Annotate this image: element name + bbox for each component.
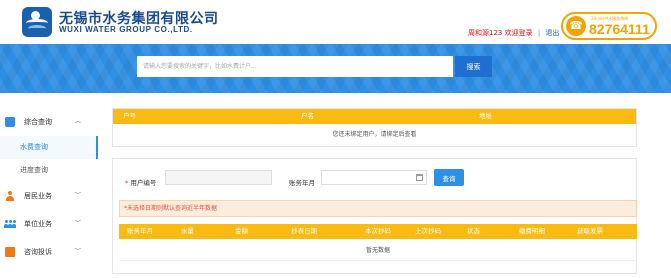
- grid-icon: [5, 117, 15, 127]
- user-icon: [5, 191, 15, 201]
- column-header: 水量: [181, 227, 194, 235]
- column-header: 抄表日期: [291, 227, 317, 235]
- group-icon: [4, 219, 16, 229]
- empty-message: 您还未绑定用户，请绑定后查看: [332, 131, 417, 138]
- sidebar-item-label: 咨询投诉: [24, 248, 52, 256]
- column-header: 上次抄码: [415, 227, 441, 235]
- sidebar-subitem-progress[interactable]: 进度查询: [0, 159, 98, 182]
- hotline-badge: ☎ 24小时供水服务热线 82764111: [561, 12, 657, 40]
- column-header: 金额: [235, 227, 248, 235]
- column-header: 户号: [123, 112, 136, 120]
- separator: |: [537, 29, 541, 37]
- search-banner: 搜索: [0, 44, 671, 93]
- book-icon: [5, 247, 15, 257]
- sidebar-item-label: 居民业务: [24, 192, 52, 200]
- username: 周和源123: [468, 29, 503, 37]
- column-header: 户名: [301, 112, 314, 120]
- chevron-down-icon: ﹀: [75, 248, 82, 255]
- table-header: 户号 户名 地址: [113, 109, 636, 124]
- empty-message: 暂无数据: [119, 241, 637, 261]
- search-input[interactable]: [137, 56, 453, 77]
- header: 无锡市水务集团有限公司 WUXI WATER GROUP CO.,LTD. 周和…: [0, 0, 671, 44]
- sidebar-item-label: 综合查询: [24, 118, 52, 126]
- chevron-down-icon: ﹀: [75, 220, 82, 227]
- query-button[interactable]: 查询: [434, 169, 464, 186]
- billing-month-label: 账务年月: [289, 179, 315, 187]
- column-header: 账务年月: [127, 227, 153, 235]
- phone-icon: ☎: [566, 16, 586, 36]
- logo-icon: [22, 7, 52, 37]
- hotline-number: 82764111: [589, 21, 650, 37]
- welcome-text: 欢迎登录: [504, 29, 533, 37]
- sidebar-subitem-water-fee[interactable]: 水费查询: [0, 136, 98, 159]
- column-header: 缴费明细: [519, 227, 545, 235]
- chevron-down-icon: ﹀: [75, 192, 82, 199]
- account-number-label: * 用户编号: [125, 179, 157, 187]
- account-table: 户号 户名 地址 您还未绑定用户，请绑定后查看: [112, 108, 637, 147]
- query-panel: * 用户编号 账务年月 查询 *未选择日期则默认查询近半年数据 账务年月 水量 …: [112, 158, 637, 274]
- calendar-icon[interactable]: [416, 174, 423, 181]
- search-button[interactable]: 搜索: [455, 56, 492, 77]
- column-header: 获取发票: [577, 227, 603, 235]
- billing-month-input[interactable]: [321, 170, 427, 185]
- brand-name-en: WUXI WATER GROUP CO.,LTD.: [59, 25, 193, 34]
- sidebar-item-general-query[interactable]: 综合查询 ︿: [0, 108, 98, 136]
- logout-link[interactable]: 退出: [545, 29, 559, 37]
- sidebar-item-consult[interactable]: 咨询投诉 ﹀: [0, 238, 98, 266]
- account-number-input[interactable]: [165, 170, 272, 185]
- notice-banner: *未选择日期则默认查询近半年数据: [119, 200, 637, 217]
- column-header: 本次抄码: [365, 227, 391, 235]
- sidebar-item-resident[interactable]: 居民业务 ﹀: [0, 182, 98, 210]
- sidebar-item-company[interactable]: 单位业务 ﹀: [0, 210, 98, 238]
- sidebar: 综合查询 ︿ 水费查询 进度查询 居民业务 ﹀ 单位业务 ﹀ 咨询投诉 ﹀: [0, 108, 98, 266]
- chevron-up-icon: ︿: [75, 118, 82, 125]
- sidebar-item-label: 单位业务: [24, 220, 52, 228]
- user-bar: 周和源123 欢迎登录 | 退出: [468, 28, 559, 38]
- column-header: 地址: [479, 112, 492, 120]
- column-header: 状态: [467, 227, 480, 235]
- bill-table-header: 账务年月 水量 金额 抄表日期 本次抄码 上次抄码 状态 缴费明细 获取发票: [119, 224, 637, 239]
